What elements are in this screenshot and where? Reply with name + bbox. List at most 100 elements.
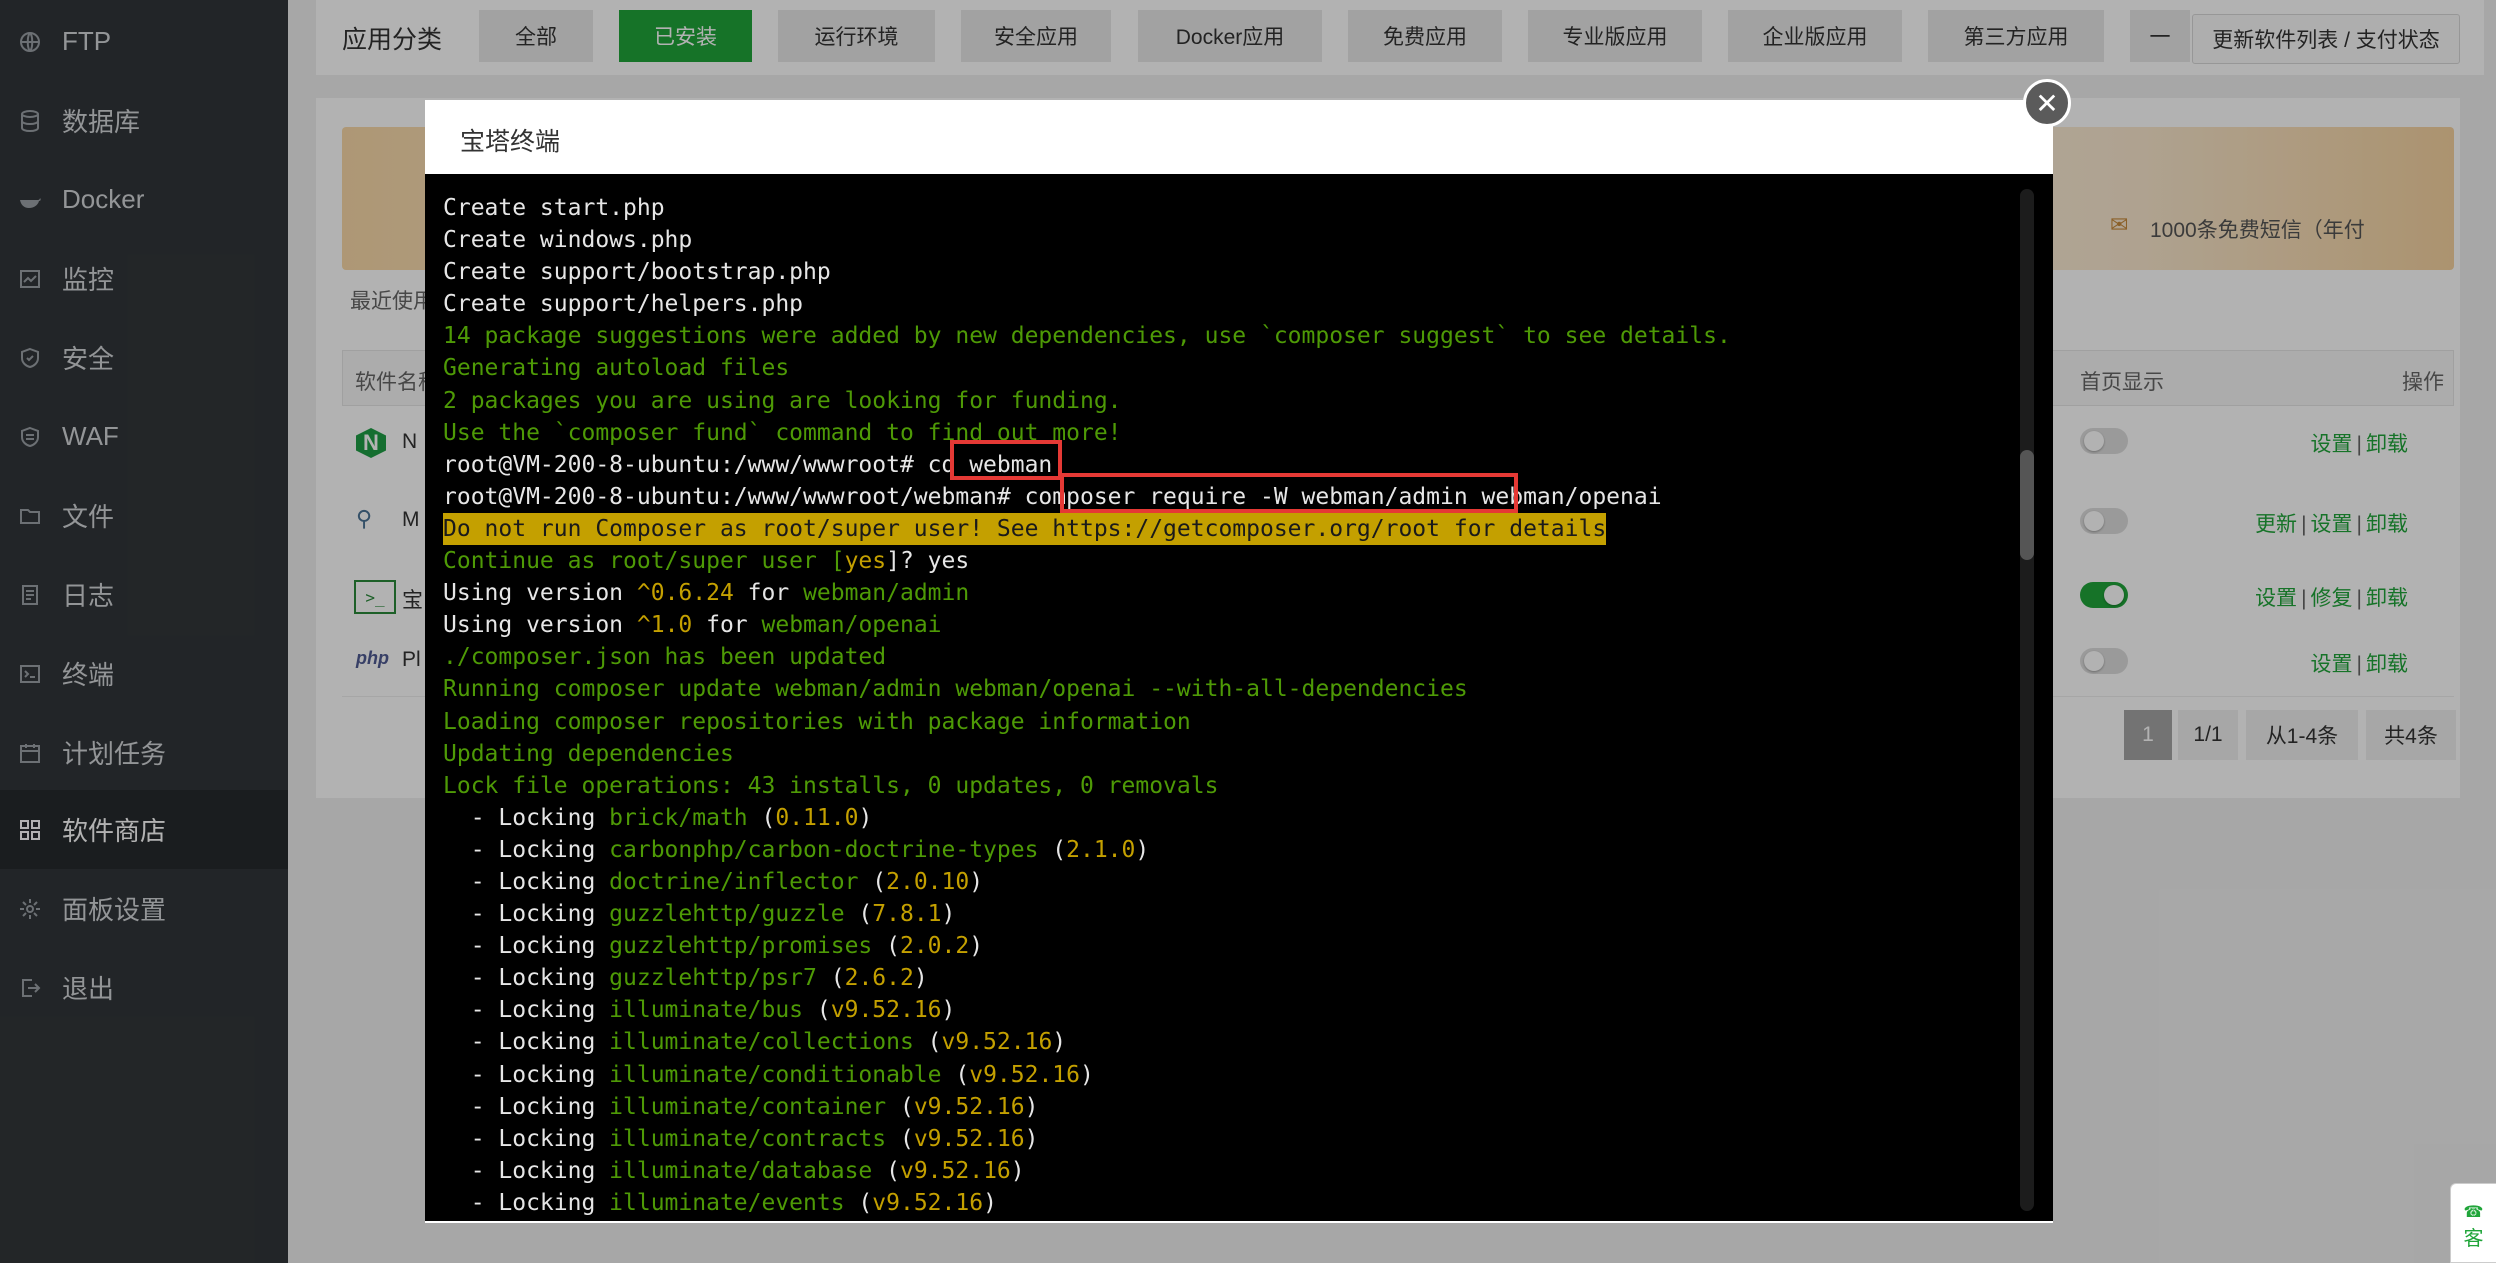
terminal-text-segment: - Locking — [443, 901, 610, 928]
terminal-line: - Locking illuminate/container (v9.52.16… — [443, 1091, 2003, 1123]
terminal-line: - Locking guzzlehttp/psr7 (2.6.2) — [443, 962, 2003, 994]
terminal-line: Running composer update webman/admin web… — [443, 673, 2003, 705]
terminal-text-segment: - Locking — [443, 868, 610, 895]
terminal-screen[interactable]: Create start.php Create windows.php Create… — [425, 174, 2053, 1221]
terminal-line: Loading composer repositories with packa… — [443, 706, 2003, 738]
terminal-line: - Locking doctrine/inflector (2.0.10) — [443, 866, 2003, 898]
terminal-text-segment: ) — [941, 901, 956, 928]
highlight-box-composer-command — [1060, 473, 1518, 513]
terminal-text-segment: illuminate/bus — [609, 997, 804, 1024]
terminal-text-segment: ( — [747, 804, 776, 831]
terminal-text-segment: guzzlehttp/psr7 — [609, 965, 817, 992]
highlight-box-cd-command — [950, 440, 1062, 480]
chat-widget-button[interactable]: ☎ 客 — [2450, 1183, 2496, 1263]
terminal-text-segment: ) — [1080, 1061, 1094, 1088]
headset-icon: ☎ — [2463, 1204, 2484, 1221]
modal-title: 宝塔终端 — [460, 128, 561, 156]
terminal-text-segment: 7.8.1 — [872, 901, 942, 928]
chat-widget-label: 客 — [2463, 1228, 2484, 1250]
terminal-text-segment: Create windows.php — [443, 227, 693, 254]
terminal-text-segment: - Locking — [443, 965, 610, 992]
terminal-line: Create start.php — [443, 192, 2003, 224]
terminal-text-segment: - Locking — [443, 997, 610, 1024]
terminal-text-segment: ) — [941, 997, 956, 1024]
terminal-text-segment: Continue as root/super user [ — [443, 548, 845, 575]
terminal-line: - Locking illuminate/contracts (v9.52.16… — [443, 1123, 2003, 1155]
terminal-text-segment: Create support/helpers.php — [443, 291, 804, 318]
terminal-text-segment: - Locking — [443, 804, 610, 831]
terminal-text-segment: ) — [983, 1189, 997, 1216]
terminal-text-segment: 0.11.0 — [775, 804, 859, 831]
terminal-line: Create windows.php — [443, 224, 2003, 256]
terminal-text-segment: ( — [941, 1061, 970, 1088]
terminal-text-segment: ) — [969, 933, 984, 960]
terminal-line: - Locking illuminate/conditionable (v9.5… — [443, 1059, 2003, 1091]
terminal-text-segment: carbonphp/carbon-doctrine-types — [609, 836, 1039, 863]
terminal-text-segment: Do not run Composer as root/super user! … — [443, 512, 1607, 546]
scrollbar-thumb[interactable] — [2020, 450, 2034, 560]
terminal-text-segment: ( — [886, 1125, 914, 1152]
terminal-line: - Locking carbonphp/carbon-doctrine-type… — [443, 834, 2003, 866]
terminal-text-segment: ) — [969, 868, 984, 895]
terminal-text-segment: ) — [1135, 836, 1150, 863]
terminal-text-segment: ( — [886, 1093, 914, 1120]
terminal-text-segment: webman/openai — [761, 612, 942, 639]
terminal-text-segment: Using version — [443, 612, 637, 639]
terminal-text-segment: Using version — [443, 580, 637, 607]
terminal-text-segment: ) — [1010, 1157, 1025, 1184]
terminal-text-segment: 2.0.10 — [886, 868, 970, 895]
terminal-text-segment: - Locking — [443, 1093, 610, 1120]
terminal-text-segment: Create start.php — [443, 195, 665, 221]
terminal-line: Lock file operations: 43 installs, 0 upd… — [443, 770, 2003, 802]
terminal-text-segment: ( — [803, 997, 831, 1024]
terminal-line: - Locking brick/math (0.11.0) — [443, 802, 2003, 834]
terminal-text-segment: for — [733, 580, 804, 607]
terminal-text-segment: ) — [1052, 1029, 1067, 1056]
terminal-line: ./composer.json has been updated — [443, 641, 2003, 673]
terminal-text-segment: illuminate/events — [609, 1189, 845, 1216]
terminal-text-segment: Updating dependencies — [443, 740, 734, 767]
terminal-text-segment: doctrine/inflector — [609, 868, 859, 895]
terminal-text-segment: - Locking — [443, 1189, 610, 1216]
terminal-text-segment: illuminate/container — [609, 1093, 887, 1120]
terminal-line: Using version ^0.6.24 for webman/admin — [443, 577, 2003, 609]
terminal-text-segment: for — [692, 612, 762, 639]
terminal-text-segment: Lock file operations: 43 installs, 0 upd… — [443, 772, 1219, 799]
terminal-line: Create support/helpers.php — [443, 288, 2003, 320]
terminal-text-segment: ( — [872, 933, 900, 960]
terminal-line: - Locking illuminate/collections (v9.52.… — [443, 1026, 2003, 1058]
terminal-text-segment: v9.52.16 — [969, 1061, 1080, 1088]
terminal-text-segment: ( — [872, 1157, 900, 1184]
close-icon[interactable]: ✕ — [2023, 79, 2071, 127]
terminal-text-segment: illuminate/collections — [609, 1029, 914, 1056]
terminal-text-segment: ^0.6.24 — [636, 580, 734, 607]
terminal-line: 14 package suggestions were added by new… — [443, 320, 2003, 352]
terminal-text-segment: ]? yes — [886, 548, 970, 575]
terminal-text-segment: - Locking — [443, 1125, 610, 1152]
terminal-text-segment: 2.0.2 — [899, 933, 970, 960]
terminal-line: - Locking guzzlehttp/guzzle (7.8.1) — [443, 898, 2003, 930]
terminal-line: Create support/bootstrap.php — [443, 256, 2003, 288]
terminal-text-segment: v9.52.16 — [913, 1093, 1025, 1120]
terminal-text-segment: ^1.0 — [636, 612, 693, 639]
terminal-text-segment: ) — [1024, 1125, 1039, 1152]
terminal-text-segment: v9.52.16 — [872, 1189, 984, 1216]
terminal-scrollbar[interactable] — [2020, 189, 2034, 1211]
terminal-line: - Locking illuminate/bus (v9.52.16) — [443, 994, 2003, 1026]
terminal-line: 2 packages you are using are looking for… — [443, 385, 2003, 417]
terminal-text-segment: webman/admin — [803, 580, 970, 607]
terminal-output: Create start.php Create windows.php Create… — [443, 192, 2003, 1219]
terminal-text-segment: ./composer.json has been updated — [443, 644, 887, 671]
terminal-text-segment: guzzlehttp/guzzle — [609, 901, 845, 928]
terminal-text-segment: illuminate/contracts — [609, 1125, 887, 1152]
terminal-text-segment: Create support/bootstrap.php — [443, 259, 831, 286]
terminal-text-segment: Running composer update webman/admin web… — [443, 676, 1468, 703]
terminal-text-segment: yes — [844, 548, 887, 575]
terminal-line: - Locking guzzlehttp/promises (2.0.2) — [443, 930, 2003, 962]
terminal-text-segment: - Locking — [443, 1061, 610, 1088]
terminal-line: Continue as root/super user [yes]? yes — [443, 545, 2003, 577]
terminal-text-segment: ) — [913, 965, 928, 992]
terminal-text-segment: v9.52.16 — [913, 1125, 1025, 1152]
terminal-line: - Locking illuminate/database (v9.52.16) — [443, 1155, 2003, 1187]
terminal-text-segment: ( — [844, 901, 873, 928]
